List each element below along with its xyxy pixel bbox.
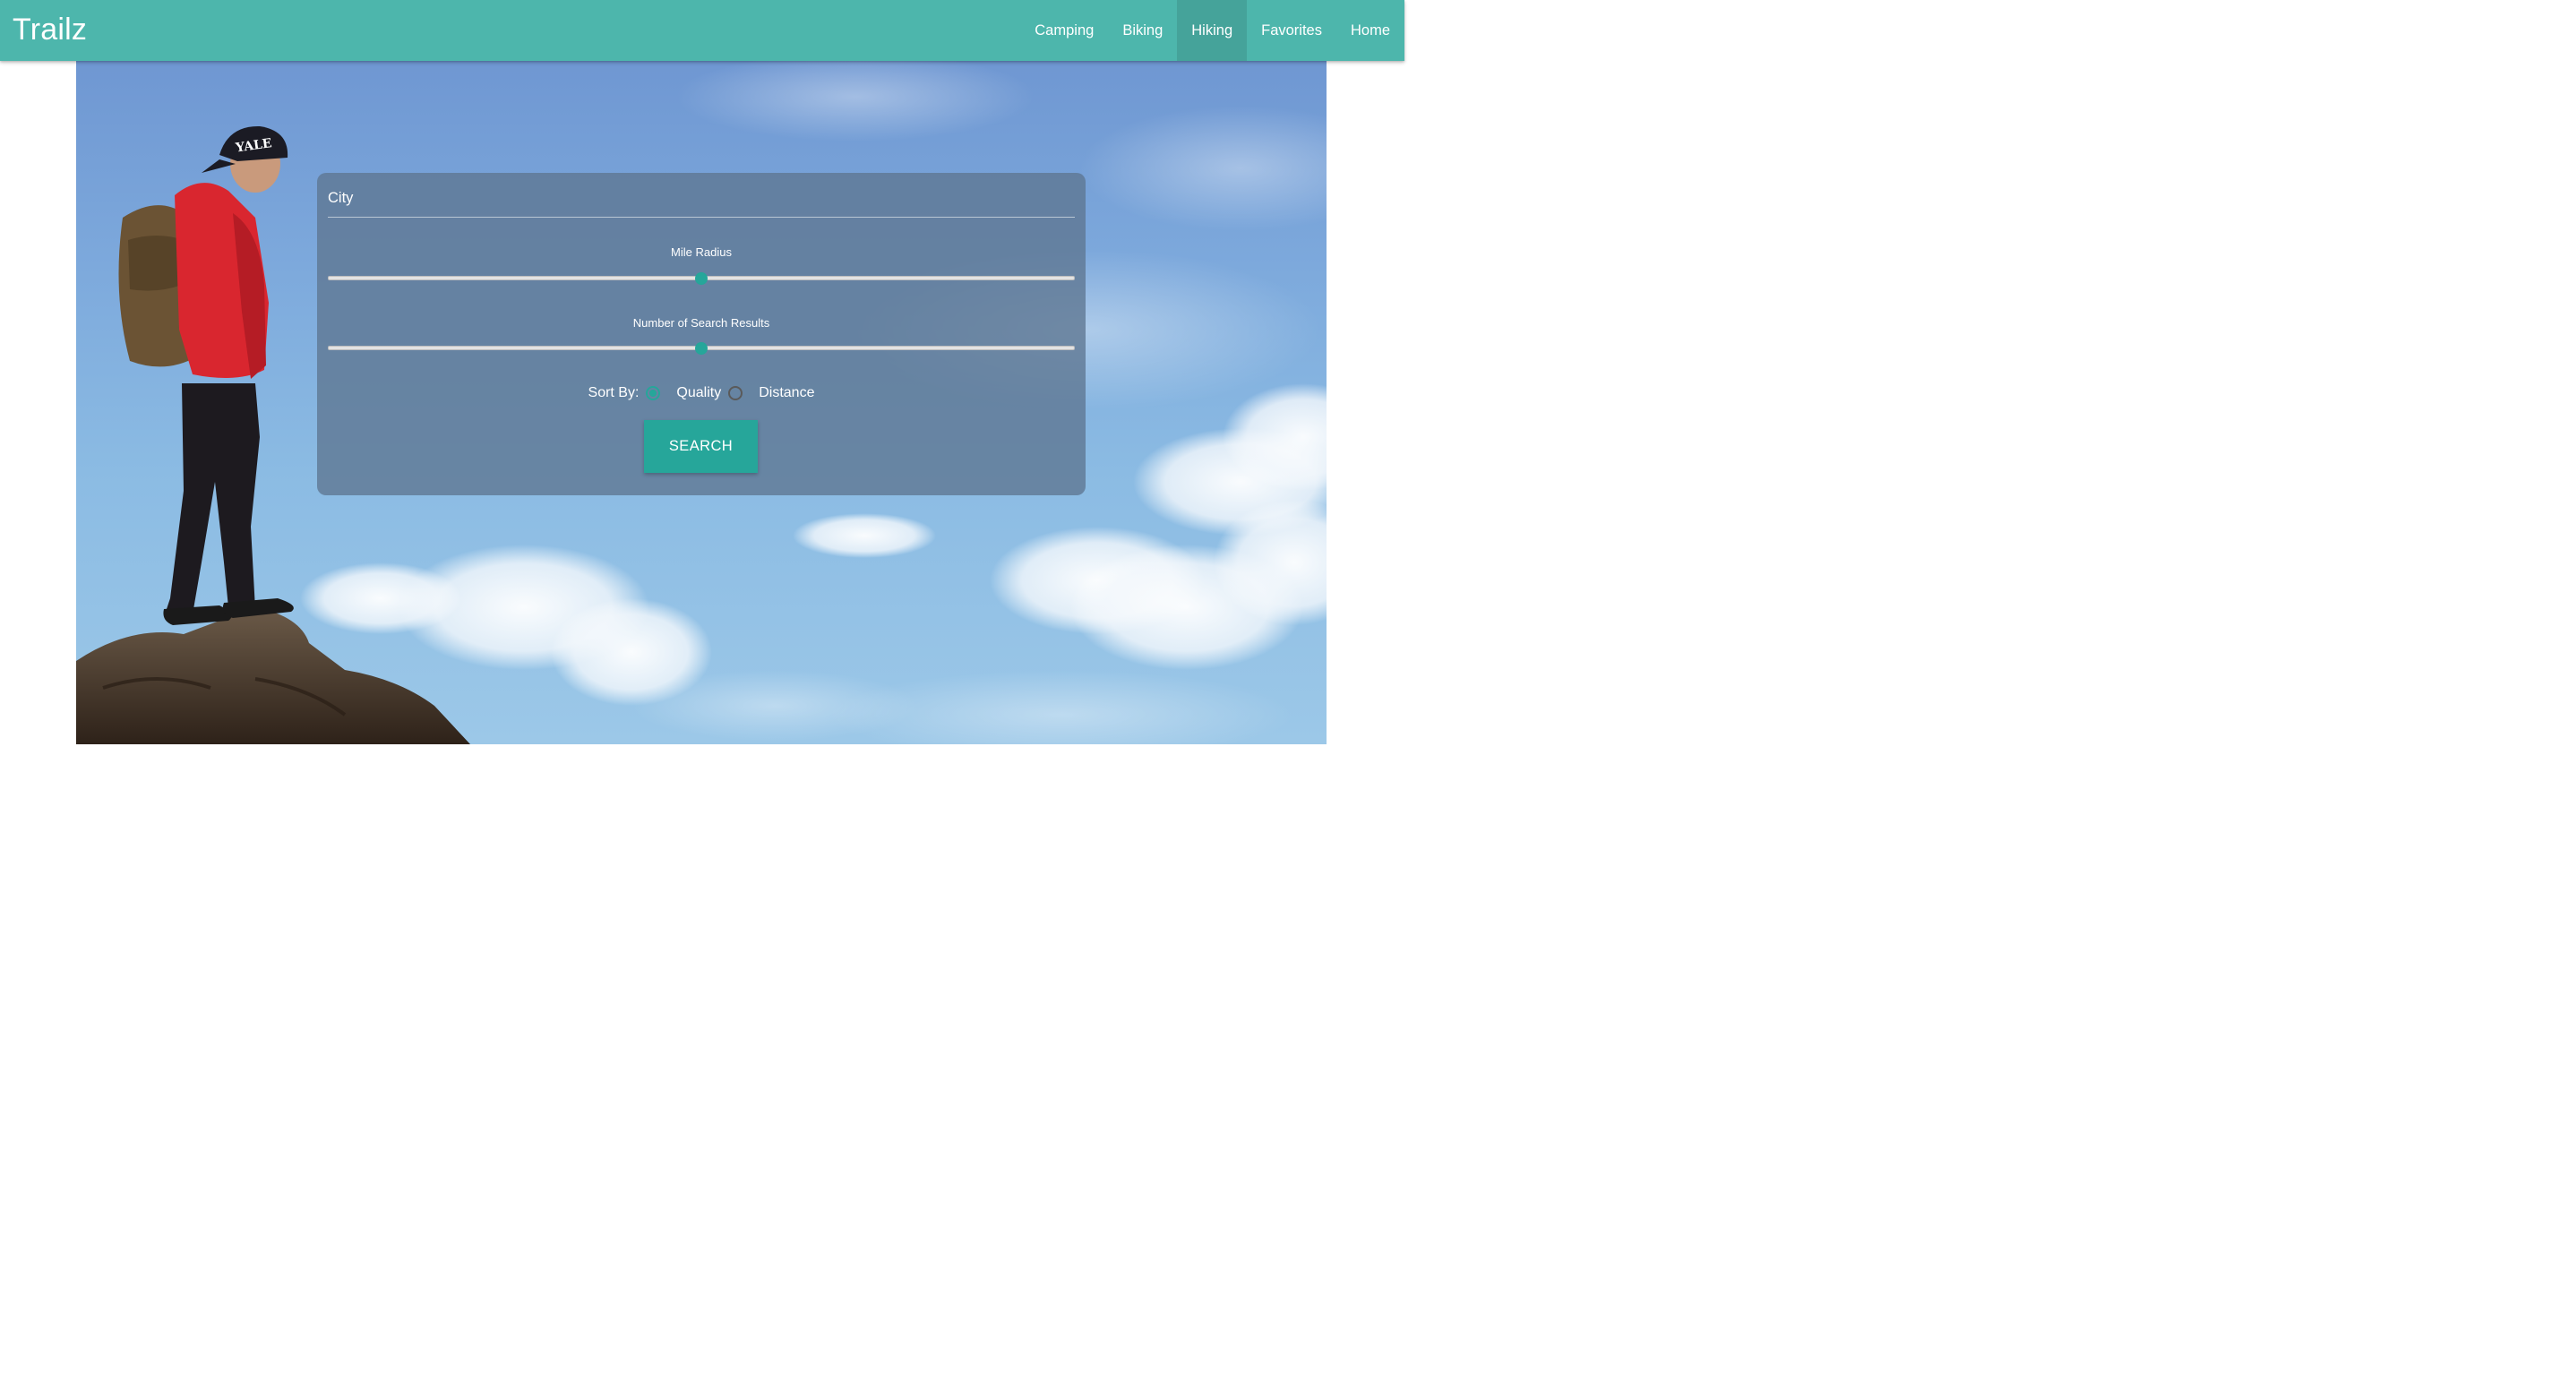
sort-quality-radio[interactable] (646, 386, 661, 400)
top-navbar: Trailz Camping Biking Hiking Favorites H… (0, 0, 1404, 61)
hero-background: YALE Mile Radius Number of Search Result… (76, 61, 1327, 744)
sort-by-label: Sort By: (588, 385, 640, 400)
nav-links: Camping Biking Hiking Favorites Home (1020, 0, 1404, 61)
search-results-label: Number of Search Results (632, 316, 770, 330)
mile-radius-slider[interactable] (328, 272, 1075, 285)
nav-item-favorites[interactable]: Favorites (1247, 0, 1336, 61)
search-button[interactable]: SEARCH (644, 420, 758, 473)
nav-item-home[interactable]: Home (1336, 0, 1404, 61)
search-results-thumb[interactable] (695, 342, 708, 355)
mile-radius-thumb[interactable] (695, 272, 708, 285)
search-panel: Mile Radius Number of Search Results Sor… (317, 173, 1086, 495)
sort-distance-label[interactable]: Distance (759, 385, 814, 401)
sort-distance-radio[interactable] (728, 386, 743, 400)
sort-quality-label[interactable]: Quality (676, 385, 721, 401)
sort-by-row: Sort By: Quality Distance (317, 382, 1086, 404)
nav-item-camping[interactable]: Camping (1020, 0, 1108, 61)
nav-item-hiking[interactable]: Hiking (1177, 0, 1248, 61)
city-input[interactable] (328, 180, 1075, 218)
nav-item-biking[interactable]: Biking (1108, 0, 1177, 61)
brand-logo[interactable]: Trailz (13, 11, 87, 48)
search-results-slider[interactable] (328, 342, 1075, 355)
mile-radius-label: Mile Radius (671, 245, 732, 259)
